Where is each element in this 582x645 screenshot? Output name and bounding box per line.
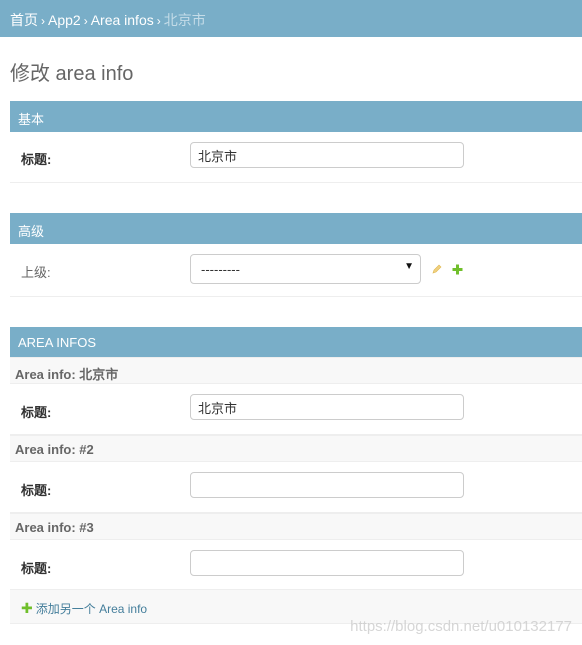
parent-select[interactable]: --------- ▼: [190, 254, 421, 284]
breadcrumb-home-link[interactable]: 首页: [10, 12, 38, 28]
inline-title-input[interactable]: [190, 472, 464, 498]
breadcrumb-separator: ›: [41, 14, 45, 28]
fieldset-basic-header: 基本: [10, 101, 582, 132]
inline-title-input[interactable]: [190, 550, 464, 576]
inline-group-header: AREA INFOS: [10, 327, 582, 357]
inline-item-row: 标题:: [10, 540, 582, 590]
watermark-text: https://blog.csdn.net/u010132177: [350, 618, 572, 635]
inline-title-label: 标题:: [21, 561, 52, 576]
pencil-icon[interactable]: [431, 263, 443, 275]
inline-title-label: 标题:: [21, 483, 52, 498]
inline-item-header: Area info: 北京市: [10, 357, 582, 384]
parent-label: 上级:: [21, 265, 51, 280]
breadcrumb-app-link[interactable]: App2: [48, 12, 81, 28]
inline-title-label: 标题:: [21, 405, 52, 420]
add-another-link[interactable]: 添加另一个 Area info: [36, 602, 147, 616]
inline-item-header: Area info: #2: [10, 435, 582, 462]
chevron-down-icon: ▼: [404, 261, 414, 272]
form-row-title: 标题:: [10, 132, 582, 183]
fieldset-advanced-header: 高级: [10, 213, 582, 244]
inline-item-row: 标题:: [10, 462, 582, 513]
inline-title-input[interactable]: [190, 394, 464, 420]
title-label: 标题:: [21, 152, 52, 167]
breadcrumb-separator: ›: [83, 14, 88, 28]
parent-select-value: ---------: [201, 262, 240, 277]
form-row-parent: 上级: --------- ▼: [10, 244, 582, 297]
breadcrumb: 首页 › App2 › Area infos › 北京市: [0, 0, 582, 37]
title-input[interactable]: [190, 142, 464, 168]
inline-item-header: Area info: #3: [10, 513, 582, 540]
breadcrumb-separator: ›: [156, 14, 161, 28]
inline-item-row: 标题:: [10, 384, 582, 435]
breadcrumb-current: 北京市: [163, 12, 206, 28]
plus-icon: ✚: [21, 600, 33, 616]
plus-icon[interactable]: [452, 263, 463, 275]
page-title: 修改 area info: [10, 63, 134, 85]
breadcrumb-model-link[interactable]: Area infos: [91, 12, 154, 28]
